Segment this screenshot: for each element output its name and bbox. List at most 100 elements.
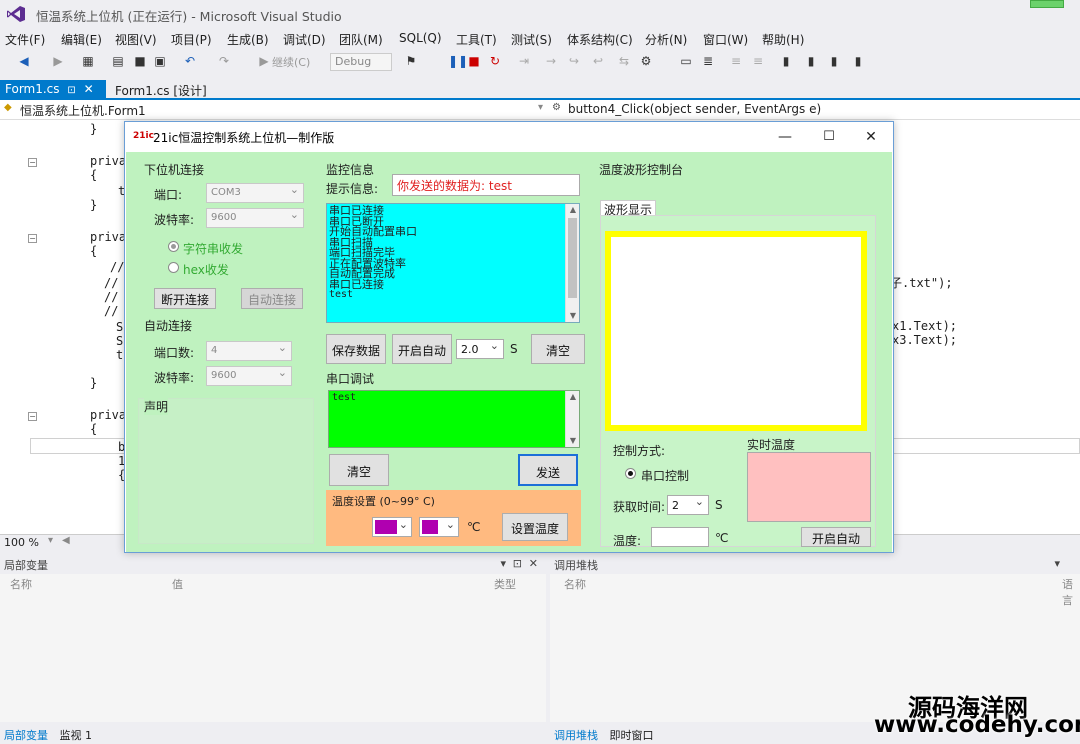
temp-ones-select[interactable]	[419, 517, 459, 537]
prev-bookmark-icon[interactable]: ▮	[805, 55, 817, 67]
string-mode-radio[interactable]	[168, 241, 179, 252]
wave-start-auto-button[interactable]: 开启自动	[801, 527, 871, 547]
menu-team[interactable]: 团队(M)	[339, 31, 383, 48]
member-selector[interactable]: button4_Click(object sender, EventArgs e…	[568, 102, 821, 116]
menu-debug[interactable]: 调试(D)	[283, 31, 326, 48]
interval-select[interactable]: 2.0	[456, 339, 504, 359]
col-language[interactable]: 语言	[1062, 576, 1080, 608]
dropdown-icon[interactable]: ▾	[500, 557, 506, 570]
threads-icon[interactable]: ⚙	[640, 55, 652, 67]
menu-window[interactable]: 窗口(W)	[703, 31, 748, 48]
send-button[interactable]: 发送	[518, 454, 578, 486]
clear-log-button[interactable]: 清空	[531, 334, 585, 364]
class-selector[interactable]: 恒温系统上位机.Form1	[20, 102, 146, 119]
close-icon[interactable]: ✕	[861, 127, 881, 147]
bookmark-icon[interactable]: ▮	[780, 55, 792, 67]
log-scrollbar[interactable]: ▲ ▼	[565, 204, 579, 322]
show-next-icon[interactable]: ⇥	[518, 55, 530, 67]
auto-baud-select[interactable]: 9600	[206, 366, 292, 386]
continue-label[interactable]: 继续(C)	[272, 54, 310, 70]
pin-icon[interactable]: ⊡	[513, 557, 522, 570]
autoconnect-button[interactable]: 自动连接	[241, 288, 303, 309]
tab-callstack[interactable]: 调用堆栈	[554, 729, 598, 742]
set-temp-button[interactable]: 设置温度	[502, 513, 568, 541]
scroll-down-icon[interactable]: ▼	[566, 310, 579, 322]
collapse-icon[interactable]: −	[28, 412, 37, 421]
next-bookmark-icon[interactable]: ▮	[828, 55, 840, 67]
tab-watch[interactable]: 监视 1	[60, 729, 93, 742]
menu-project[interactable]: 项目(P)	[171, 31, 212, 48]
save-icon[interactable]: ■	[134, 55, 146, 67]
menu-build[interactable]: 生成(B)	[227, 31, 269, 48]
close-icon[interactable]: ✕	[84, 82, 94, 96]
save-data-button[interactable]: 保存数据	[326, 334, 386, 364]
send-textbox[interactable]: test ▲ ▼	[328, 390, 580, 448]
collapse-icon[interactable]: −	[28, 158, 37, 167]
menu-file[interactable]: 文件(F)	[5, 31, 45, 48]
menu-architecture[interactable]: 体系结构(C)	[567, 31, 633, 48]
tab-form1-design[interactable]: Form1.cs [设计] ⊡	[110, 80, 220, 113]
tab-waveform[interactable]: 波形显示	[600, 200, 656, 217]
menu-edit[interactable]: 编辑(E)	[61, 31, 102, 48]
serial-control-radio[interactable]	[625, 468, 636, 479]
disconnect-button[interactable]: 断开连接	[154, 288, 216, 309]
menu-analyze[interactable]: 分析(N)	[645, 31, 687, 48]
baud-select[interactable]: 9600	[206, 208, 304, 228]
format-icon[interactable]: ≣	[702, 55, 714, 67]
clear-send-button[interactable]: 清空	[329, 454, 389, 486]
temp-tens-select[interactable]	[372, 517, 412, 537]
scroll-down-icon[interactable]: ▼	[566, 435, 580, 447]
port-select[interactable]: COM3	[206, 183, 304, 203]
new-project-icon[interactable]: ▦	[82, 55, 94, 67]
hex-icon[interactable]: ⇆	[618, 55, 630, 67]
tab-form1-cs[interactable]: Form1.cs ⊡ ✕	[0, 80, 106, 99]
tab-immediate[interactable]: 即时窗口	[610, 729, 654, 742]
redo-icon[interactable]: ↷	[218, 55, 230, 67]
pin-icon[interactable]: ⊡	[67, 85, 75, 96]
menu-tools[interactable]: 工具(T)	[456, 31, 497, 48]
zoom-level[interactable]: 100 %	[4, 536, 39, 549]
col-value[interactable]: 值	[172, 576, 183, 592]
open-icon[interactable]: ▤	[112, 55, 124, 67]
comment-icon[interactable]: ≡	[730, 55, 742, 67]
stop-icon[interactable]: ■	[468, 55, 480, 67]
clear-bookmarks-icon[interactable]: ▮	[852, 55, 864, 67]
undo-icon[interactable]: ↶	[184, 55, 196, 67]
uncomment-icon[interactable]: ≡	[752, 55, 764, 67]
scroll-up-icon[interactable]: ▲	[566, 391, 580, 403]
menu-test[interactable]: 测试(S)	[511, 31, 552, 48]
dropdown-icon[interactable]: ▾	[1054, 557, 1060, 570]
step-over-icon[interactable]: ↪	[568, 55, 580, 67]
tab-locals[interactable]: 局部变量	[4, 729, 48, 742]
pause-icon[interactable]: ❚❚	[448, 55, 468, 67]
config-select[interactable]: Debug	[330, 53, 392, 71]
start-auto-button[interactable]: 开启自动	[392, 334, 452, 364]
minimize-icon[interactable]: —	[775, 127, 795, 147]
step-out-icon[interactable]: ↩	[592, 55, 604, 67]
col-type[interactable]: 类型	[494, 576, 516, 592]
col-name[interactable]: 名称	[564, 576, 586, 592]
send-scrollbar[interactable]: ▲ ▼	[565, 391, 579, 447]
scroll-left-icon[interactable]: ◀	[62, 535, 70, 546]
continue-icon[interactable]: ▶	[258, 55, 270, 67]
port-count-select[interactable]: 4	[206, 341, 292, 361]
attach-icon[interactable]: ⚑	[405, 55, 417, 67]
temp-field[interactable]	[651, 527, 709, 547]
menu-help[interactable]: 帮助(H)	[762, 31, 804, 48]
maximize-icon[interactable]: ☐	[819, 127, 839, 147]
dropdown-icon[interactable]: ▾	[538, 102, 543, 113]
forward-icon[interactable]: ▶	[52, 55, 64, 67]
hex-mode-radio[interactable]	[168, 262, 179, 273]
scroll-up-icon[interactable]: ▲	[566, 204, 579, 216]
layout-icon[interactable]: ▭	[680, 55, 692, 67]
close-icon[interactable]: ✕	[529, 557, 538, 570]
menu-view[interactable]: 视图(V)	[115, 31, 157, 48]
col-name[interactable]: 名称	[10, 576, 32, 592]
monitor-log[interactable]: 串口已连接 串口已断开 开始自动配置串口 串口扫描 端口扫描完毕 正在配置波特率…	[326, 203, 580, 323]
step-into-icon[interactable]: →	[545, 55, 557, 67]
zoom-dropdown-icon[interactable]: ▾	[48, 535, 53, 546]
back-icon[interactable]: ◀	[18, 55, 30, 67]
scroll-thumb[interactable]	[568, 218, 577, 298]
fetch-time-select[interactable]: 2	[667, 495, 709, 515]
collapse-icon[interactable]: −	[28, 234, 37, 243]
